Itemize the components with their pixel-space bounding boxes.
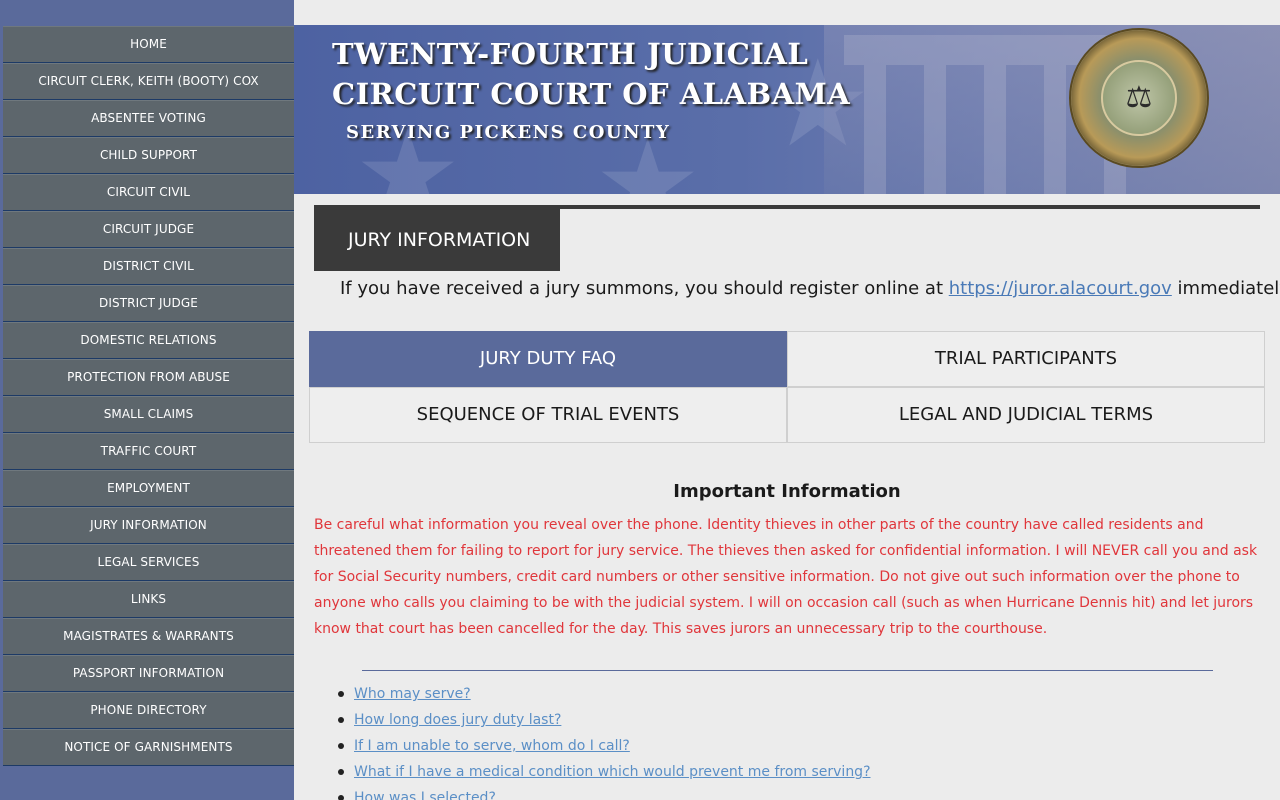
- list-item: If I am unable to serve, whom do I call?: [338, 734, 871, 760]
- sidebar-item-notice-of-garnishments[interactable]: NOTICE OF GARNISHMENTS: [3, 729, 294, 766]
- sidebar-item-employment[interactable]: EMPLOYMENT: [3, 470, 294, 507]
- sidebar-item-district-judge[interactable]: DISTRICT JUDGE: [3, 285, 294, 322]
- banner-subtitle: SERVING PICKENS COUNTY: [346, 122, 671, 143]
- tab-jury-duty-faq[interactable]: JURY DUTY FAQ: [309, 331, 787, 387]
- sidebar-item-circuit-clerk[interactable]: CIRCUIT CLERK, KEITH (BOOTY) COX: [3, 63, 294, 100]
- sidebar-item-jury-information[interactable]: JURY INFORMATION: [3, 507, 294, 544]
- sidebar-item-home[interactable]: HOME: [3, 26, 294, 63]
- faq-link-who-may-serve[interactable]: Who may serve?: [354, 686, 471, 702]
- sidebar-nav: HOME CIRCUIT CLERK, KEITH (BOOTY) COX AB…: [3, 26, 294, 766]
- sidebar-item-absentee-voting[interactable]: ABSENTEE VOTING: [3, 100, 294, 137]
- content-divider: [362, 670, 1213, 671]
- sidebar-item-passport-information[interactable]: PASSPORT INFORMATION: [3, 655, 294, 692]
- sidebar-item-magistrates-warrants[interactable]: MAGISTRATES & WARRANTS: [3, 618, 294, 655]
- site-banner: ★ ★ ★ TWENTY-FOURTH JUDICIAL CIRCUIT COU…: [294, 25, 1280, 194]
- sidebar-item-small-claims[interactable]: SMALL CLAIMS: [3, 396, 294, 433]
- section-title: JURY INFORMATION: [314, 209, 560, 271]
- scales-of-justice-icon: ⚖: [1125, 80, 1153, 115]
- sidebar-item-legal-services[interactable]: LEGAL SERVICES: [3, 544, 294, 581]
- list-item: What if I have a medical condition which…: [338, 760, 871, 786]
- list-item: How long does jury duty last?: [338, 708, 871, 734]
- faq-link-unable-to-serve[interactable]: If I am unable to serve, whom do I call?: [354, 738, 630, 754]
- sidebar-item-circuit-civil[interactable]: CIRCUIT CIVIL: [3, 174, 294, 211]
- faq-link-how-selected[interactable]: How was I selected?: [354, 790, 496, 800]
- juror-registration-link[interactable]: https://juror.alacourt.gov: [949, 278, 1172, 299]
- tab-sequence-of-trial-events[interactable]: SEQUENCE OF TRIAL EVENTS: [309, 387, 787, 443]
- list-item: How was I selected?: [338, 786, 871, 800]
- faq-link-list: Who may serve? How long does jury duty l…: [338, 682, 871, 800]
- sidebar-item-traffic-court[interactable]: TRAFFIC COURT: [3, 433, 294, 470]
- sidebar-item-circuit-judge[interactable]: CIRCUIT JUDGE: [3, 211, 294, 248]
- summons-notice: If you have received a jury summons, you…: [340, 278, 1280, 299]
- important-info-heading: Important Information: [673, 481, 901, 502]
- state-seal-logo: ⚖: [1069, 28, 1209, 168]
- banner-title-line2: CIRCUIT COURT OF ALABAMA: [332, 77, 851, 111]
- tab-legal-and-judicial-terms[interactable]: LEGAL AND JUDICIAL TERMS: [787, 387, 1265, 443]
- important-info-text: Be careful what information you reveal o…: [314, 517, 1258, 637]
- jury-topic-tabs: JURY DUTY FAQ TRIAL PARTICIPANTS SEQUENC…: [309, 331, 1265, 443]
- sidebar-item-district-civil[interactable]: DISTRICT CIVIL: [3, 248, 294, 285]
- tab-trial-participants[interactable]: TRIAL PARTICIPANTS: [787, 331, 1265, 387]
- list-item: Who may serve?: [338, 682, 871, 708]
- banner-title-line1: TWENTY-FOURTH JUDICIAL: [332, 37, 809, 71]
- sidebar-item-child-support[interactable]: CHILD SUPPORT: [3, 137, 294, 174]
- courthouse-image: [824, 25, 1280, 194]
- sidebar: HOME CIRCUIT CLERK, KEITH (BOOTY) COX AB…: [0, 0, 294, 800]
- faq-link-medical-condition[interactable]: What if I have a medical condition which…: [354, 764, 871, 780]
- faq-link-how-long[interactable]: How long does jury duty last?: [354, 712, 561, 728]
- sidebar-item-links[interactable]: LINKS: [3, 581, 294, 618]
- sidebar-item-protection-from-abuse[interactable]: PROTECTION FROM ABUSE: [3, 359, 294, 396]
- sidebar-item-domestic-relations[interactable]: DOMESTIC RELATIONS: [3, 322, 294, 359]
- sidebar-item-phone-directory[interactable]: PHONE DIRECTORY: [3, 692, 294, 729]
